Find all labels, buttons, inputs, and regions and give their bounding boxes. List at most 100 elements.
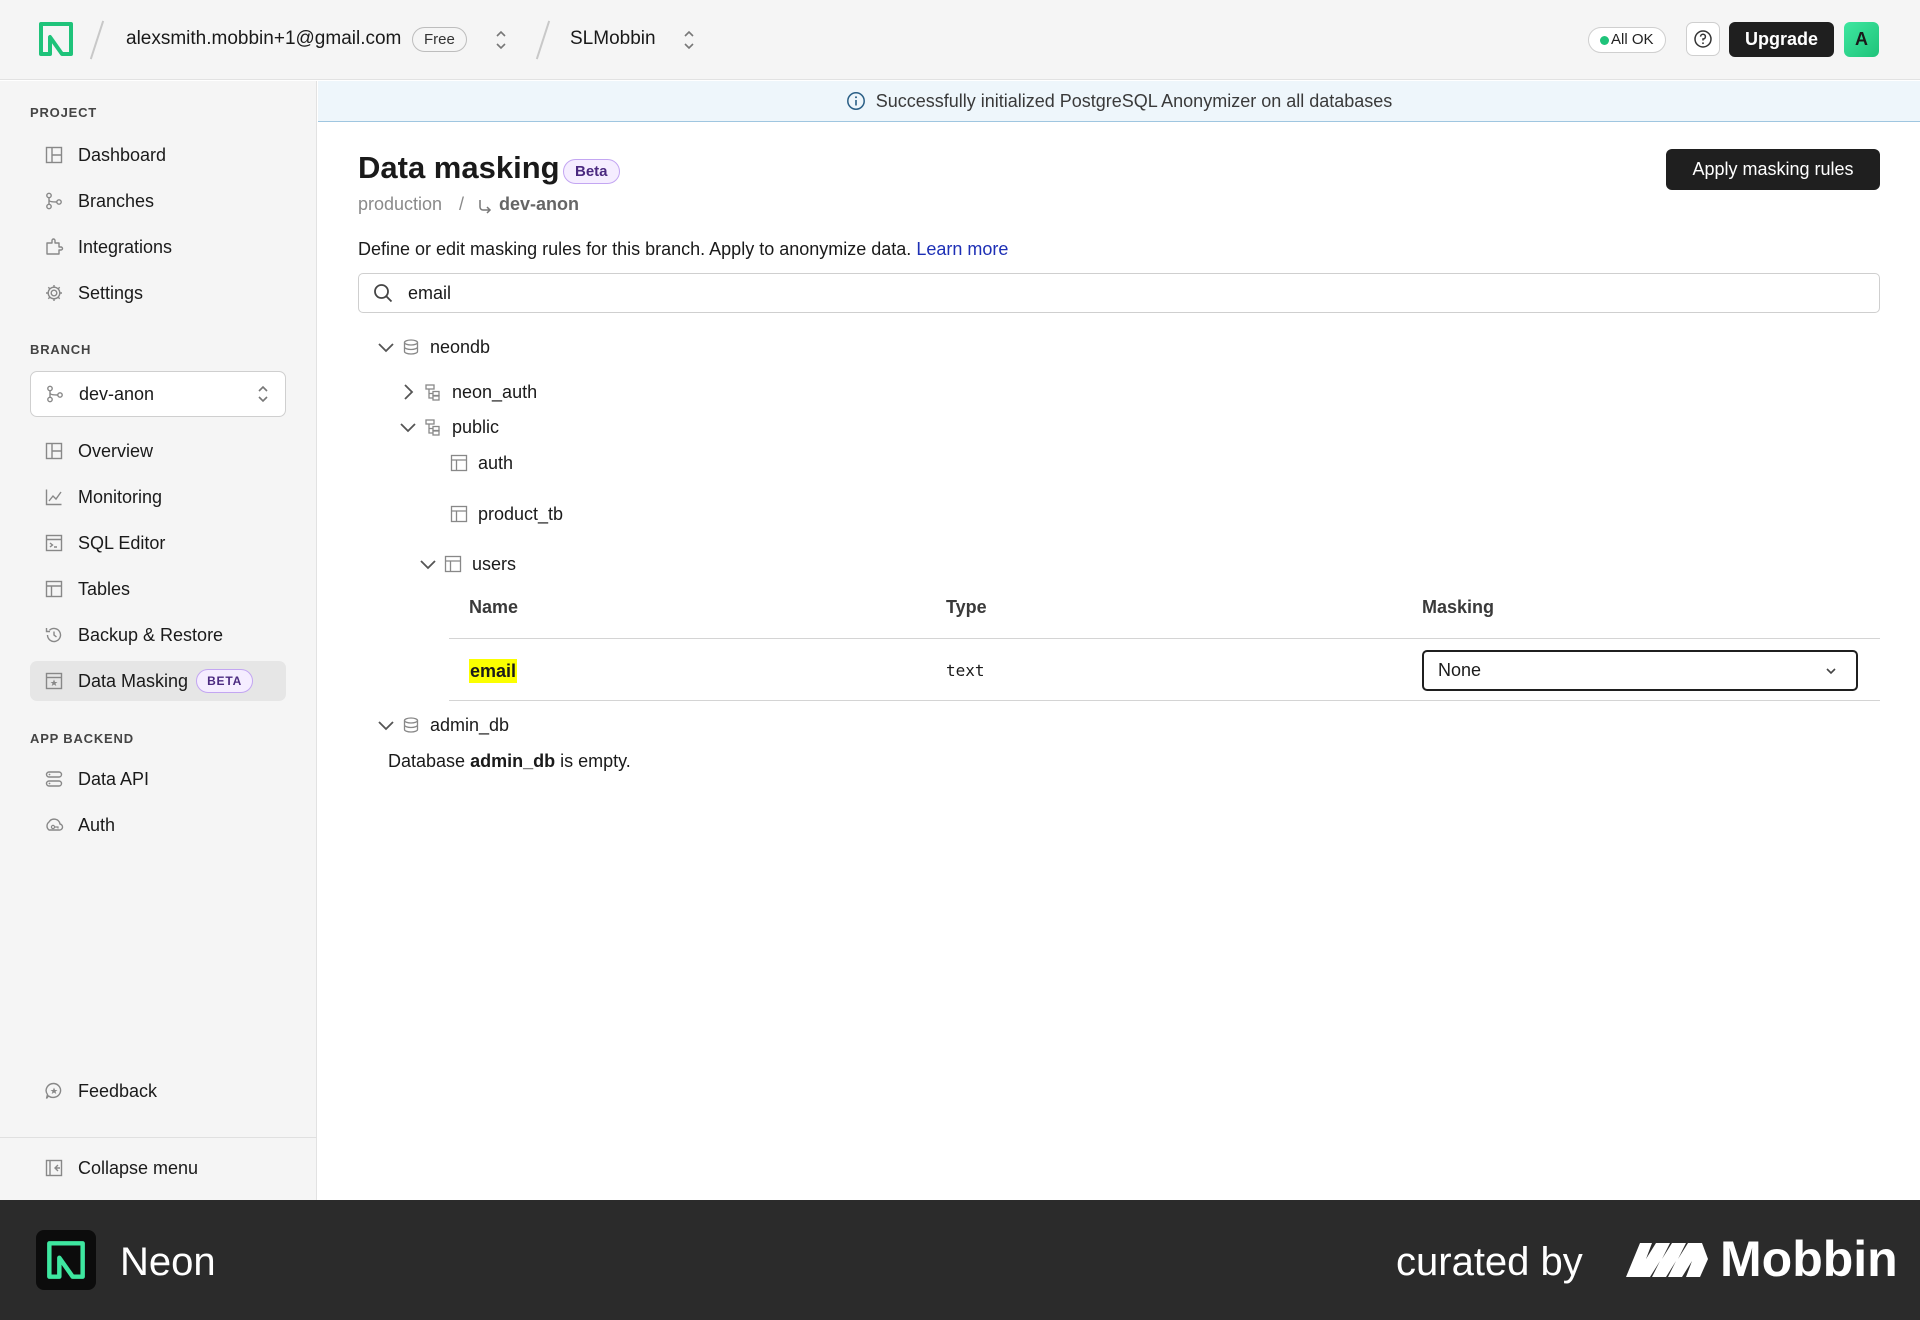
column-name-email: email [469, 659, 518, 683]
tree-table-auth[interactable]: auth [450, 448, 513, 478]
branch-arrow-icon [479, 200, 492, 214]
top-bar: alexsmith.mobbin+1@gmail.com Free SLMobb… [0, 0, 1920, 80]
chevron-right-icon[interactable] [398, 382, 418, 402]
tree-schema-neon-auth[interactable]: neon_auth [398, 377, 537, 407]
sidebar-item-auth[interactable]: Auth [30, 805, 286, 845]
branches-icon [47, 385, 63, 403]
sidebar-item-label: Data Masking [78, 670, 189, 691]
project-name[interactable]: SLMobbin [570, 28, 656, 50]
table-icon [450, 454, 468, 472]
tree-label: product_tb [478, 503, 564, 524]
database-icon [403, 717, 419, 733]
feedback-label: Feedback [78, 1080, 158, 1101]
tree-table-users[interactable]: users [418, 549, 516, 579]
sidebar-item-label: Backup & Restore [78, 624, 224, 645]
beta-badge: BETA [196, 669, 254, 693]
sidebar-item-overview[interactable]: Overview [30, 431, 286, 471]
sidebar-item-dashboard[interactable]: Dashboard [30, 135, 286, 175]
sidebar-item-label: Auth [78, 814, 116, 835]
column-header-type: Type [946, 597, 987, 617]
tree-schema-public[interactable]: public [398, 412, 499, 442]
branch-selector[interactable]: dev-anon [30, 371, 286, 417]
sidebar-item-data-api[interactable]: Data API [30, 759, 286, 799]
empty-suffix: is empty. [560, 751, 631, 771]
table-icon [450, 505, 468, 523]
column-header-name: Name [469, 597, 519, 617]
sidebar-item-tables[interactable]: Tables [30, 569, 286, 609]
collapse-menu-button[interactable]: Collapse menu [30, 1148, 286, 1188]
separator-slash [89, 20, 105, 60]
section-label-app-backend: APP BACKEND [30, 731, 134, 746]
chevron-down-icon[interactable] [376, 337, 396, 357]
tree-label: auth [478, 452, 514, 473]
help-button[interactable] [1686, 22, 1720, 56]
status-label: All OK [1611, 31, 1654, 48]
table-icon [444, 555, 462, 573]
sidebar-item-label: Integrations [78, 236, 173, 257]
neon-logo-icon [36, 1230, 96, 1290]
status-dot-icon [1600, 36, 1609, 45]
feedback-icon [44, 1081, 64, 1101]
tree-table-product-tb[interactable]: product_tb [450, 499, 563, 529]
overview-icon [44, 441, 64, 461]
sidebar-item-label: Data API [78, 768, 150, 789]
section-label-branch: BRANCH [30, 342, 92, 357]
status-badge[interactable]: All OK [1588, 27, 1666, 53]
breadcrumb-branch[interactable]: dev-anon [499, 194, 579, 215]
chevron-down-icon[interactable] [418, 554, 438, 574]
schema-icon [425, 419, 440, 436]
account-email[interactable]: alexsmith.mobbin+1@gmail.com [126, 28, 401, 50]
search-value: email [408, 282, 452, 303]
mask-icon [44, 671, 64, 691]
account-switcher-icon[interactable] [495, 28, 507, 52]
sidebar-item-backup-restore[interactable]: Backup & Restore [30, 615, 286, 655]
sidebar-item-integrations[interactable]: Integrations [30, 227, 286, 267]
gear-icon [44, 283, 64, 303]
table-icon [44, 579, 64, 599]
tree-label: neondb [430, 336, 491, 357]
sidebar-item-label: Branches [78, 190, 155, 211]
sidebar-item-label: SQL Editor [78, 532, 166, 553]
sidebar-item-branches[interactable]: Branches [30, 181, 286, 221]
apply-masking-rules-button[interactable]: Apply masking rules [1666, 149, 1880, 190]
breadcrumb-parent[interactable]: production [358, 194, 442, 215]
search-input[interactable]: email [358, 273, 1880, 313]
chevron-updown-icon [258, 385, 268, 403]
upgrade-button[interactable]: Upgrade [1729, 22, 1834, 57]
footer-curator: Mobbin [1720, 1231, 1898, 1287]
collapse-menu-label: Collapse menu [78, 1157, 199, 1178]
sidebar-item-label: Overview [78, 440, 154, 461]
success-banner: Successfully initialized PostgreSQL Anon… [318, 81, 1920, 122]
empty-db-name: admin_db [470, 751, 556, 771]
neon-logo-icon[interactable] [38, 21, 74, 57]
terminal-icon [44, 533, 64, 553]
sidebar-item-monitoring[interactable]: Monitoring [30, 477, 286, 517]
chevron-down-icon[interactable] [376, 715, 396, 735]
schema-icon [425, 384, 440, 401]
project-switcher-icon[interactable] [683, 28, 695, 52]
learn-more-link[interactable]: Learn more [916, 239, 1008, 259]
sidebar-item-data-masking[interactable]: Data Masking BETA [30, 661, 286, 701]
empty-prefix: Database [388, 751, 466, 771]
feedback-button[interactable]: Feedback [30, 1071, 286, 1111]
tree-label: admin_db [430, 714, 510, 735]
column-type-value: text [946, 661, 985, 680]
separator-slash [535, 20, 551, 60]
sidebar-item-sql-editor[interactable]: SQL Editor [30, 523, 286, 563]
api-icon [44, 769, 64, 789]
sidebar: PROJECT Dashboard Branches Integrations … [0, 81, 317, 1200]
banner-message: Successfully initialized PostgreSQL Anon… [875, 90, 1393, 111]
empty-database-message: Database admin_db is empty. [388, 751, 631, 772]
masking-select[interactable]: None [1422, 650, 1858, 691]
avatar[interactable]: A [1844, 22, 1879, 57]
footer-brand: Neon [120, 1240, 216, 1284]
title-beta-badge: Beta [563, 159, 620, 184]
page-description: Define or edit masking rules for this br… [358, 239, 1008, 260]
tree-database-admin-db[interactable]: admin_db [376, 710, 509, 740]
chevron-down-icon[interactable] [398, 417, 418, 437]
sidebar-item-settings[interactable]: Settings [30, 273, 286, 313]
masking-select-value: None [1438, 660, 1482, 680]
tree-database-neondb[interactable]: neondb [376, 332, 490, 362]
integrations-icon [44, 237, 64, 257]
tree-label: neon_auth [452, 381, 538, 402]
